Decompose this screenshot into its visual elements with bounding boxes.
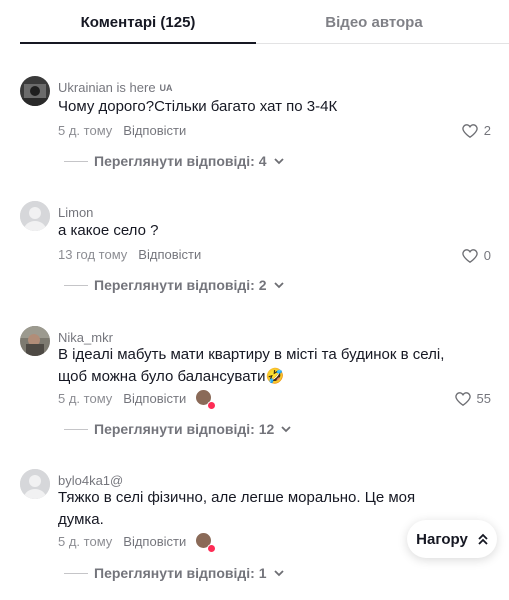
view-replies-button[interactable]: Переглянути відповіді: 1 [64, 565, 285, 581]
rofl-emoji: 🤣 [265, 368, 285, 385]
replies-divider [64, 428, 88, 430]
heart-icon [462, 124, 478, 138]
chevron-down-icon [280, 423, 292, 435]
avatar[interactable] [20, 326, 50, 356]
comment-meta: 5 д. тому Відповісти [58, 533, 217, 553]
view-replies-button[interactable]: Переглянути відповіді: 4 [64, 153, 285, 169]
reply-button[interactable]: Відповісти [123, 534, 186, 549]
username-text[interactable]: Ukrainian is here [58, 80, 156, 95]
creator-liked-avatar [196, 390, 217, 410]
like-button[interactable]: 0 [462, 248, 491, 263]
tab-comments[interactable]: Коментарі (125) [20, 0, 256, 44]
back-to-top-button[interactable]: Нагору [407, 520, 497, 558]
creator-liked-avatar [196, 533, 217, 553]
like-button[interactable]: 55 [454, 391, 491, 406]
view-replies-label: Переглянути відповіді: 2 [94, 277, 267, 293]
comment-text-line: В ідеалі мабуть мати квартиру в місті та… [58, 346, 445, 363]
comment-text: Тяжко в селі фізично, але легше морально… [58, 487, 458, 531]
comment-username[interactable]: Nika_mkr [58, 330, 113, 345]
heart-icon [454, 392, 471, 406]
tab-author-videos[interactable]: Відео автора [256, 0, 492, 44]
view-replies-label: Переглянути відповіді: 12 [94, 421, 275, 437]
chevron-down-icon [273, 279, 285, 291]
reply-button[interactable]: Відповісти [123, 391, 186, 406]
comment-meta: 5 д. тому Відповісти [58, 390, 217, 410]
comment-text: а какое село ? [58, 222, 159, 239]
chevron-down-icon [273, 567, 285, 579]
creator-heart-icon [207, 544, 217, 553]
like-count: 55 [476, 391, 491, 406]
like-count: 2 [483, 123, 491, 138]
active-tab-indicator [20, 42, 256, 44]
heart-icon [462, 249, 478, 263]
comment-meta: 13 год тому Відповісти [58, 247, 201, 262]
like-count: 0 [483, 248, 491, 263]
reply-button[interactable]: Відповісти [123, 123, 186, 138]
username-text[interactable]: bylo4ka1@ [58, 473, 123, 488]
replies-divider [64, 160, 88, 162]
comment-time: 13 год тому [58, 247, 128, 262]
double-chevron-up-icon [478, 533, 488, 545]
username-text[interactable]: Nika_mkr [58, 330, 113, 345]
chevron-down-icon [273, 155, 285, 167]
comment-text-line-content: щоб можна було балансувати [58, 368, 266, 385]
comment-text-line: щоб можна було балансувати🤣 [58, 366, 458, 388]
comment-time: 5 д. тому [58, 123, 113, 138]
creator-heart-icon [207, 401, 217, 410]
avatar[interactable] [20, 201, 50, 231]
view-replies-button[interactable]: Переглянути відповіді: 12 [64, 421, 292, 437]
avatar[interactable] [20, 76, 50, 106]
view-replies-label: Переглянути відповіді: 1 [94, 565, 267, 581]
comment-username[interactable]: Ukrainian is here UA [58, 80, 173, 95]
comment-text: В ідеалі мабуть мати квартиру в місті та… [58, 344, 458, 388]
comment-time: 5 д. тому [58, 391, 113, 406]
view-replies-button[interactable]: Переглянути відповіді: 2 [64, 277, 285, 293]
back-to-top-label: Нагору [416, 530, 468, 548]
like-button[interactable]: 2 [462, 123, 491, 138]
comment-meta: 5 д. тому Відповісти [58, 123, 186, 138]
avatar[interactable] [20, 469, 50, 499]
username-text[interactable]: Limon [58, 205, 93, 220]
replies-divider [64, 572, 88, 574]
comment-text: Чому дорого?Стільки багато хат по 3-4К [58, 98, 338, 115]
comments-tabs: Коментарі (125) Відео автора [0, 0, 509, 44]
comment-text-line: думка. [58, 511, 104, 528]
comment-username[interactable]: Limon [58, 205, 93, 220]
comment-username[interactable]: bylo4ka1@ [58, 473, 123, 488]
replies-divider [64, 284, 88, 286]
view-replies-label: Переглянути відповіді: 4 [94, 153, 267, 169]
comment-time: 5 д. тому [58, 534, 113, 549]
reply-button[interactable]: Відповісти [138, 247, 201, 262]
country-flag: UA [159, 82, 173, 93]
comment-text-line: Тяжко в селі фізично, але легше морально… [58, 489, 416, 506]
